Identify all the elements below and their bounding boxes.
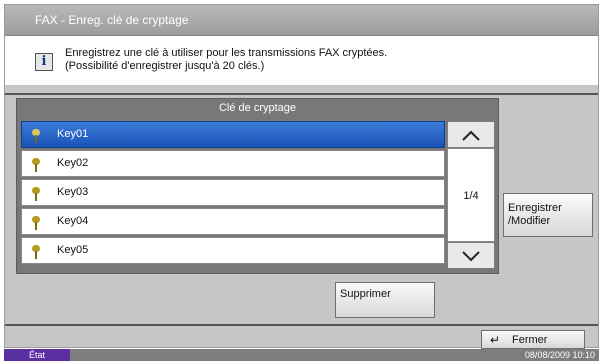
list-item-key05[interactable]: Key05 — [21, 237, 445, 264]
list-item-label: Key03 — [57, 186, 89, 198]
title-bar: FAX - Enreg. clé de cryptage — [5, 5, 598, 36]
delete-button[interactable]: Supprimer — [335, 282, 435, 318]
scroll-up-button[interactable] — [447, 121, 495, 148]
list-header: Clé de cryptage — [218, 102, 297, 114]
list-item-label: Key05 — [57, 244, 89, 256]
key-icon — [32, 245, 40, 259]
info-line-1: Enregistrez une clé à utiliser pour les … — [65, 47, 388, 59]
register-modify-button[interactable]: Enregistrer /Modifier — [503, 193, 593, 237]
key-icon — [32, 158, 40, 172]
key-icon — [32, 187, 40, 201]
window-title: FAX - Enreg. clé de cryptage — [35, 13, 189, 27]
list-item-key02[interactable]: Key02 — [21, 150, 445, 177]
return-arrow-icon: ↵ — [490, 333, 501, 347]
info-line-2: (Possibilité d'enregistrer jusqu'à 20 cl… — [65, 60, 265, 72]
info-icon: i — [35, 53, 53, 71]
chevron-up-icon — [462, 130, 480, 141]
delete-label: Supprimer — [340, 288, 391, 300]
date-time: 08/08/2009 10:10 — [524, 350, 595, 360]
status-button[interactable]: État — [4, 349, 70, 361]
register-modify-label: Enregistrer /Modifier — [508, 202, 562, 227]
app-frame: FAX - Enreg. clé de cryptage i Enregistr… — [4, 4, 599, 349]
chevron-down-icon — [462, 251, 480, 262]
list-item-label: Key02 — [57, 157, 89, 169]
list-item-label: Key04 — [57, 215, 89, 227]
page-indicator: 1/4 — [447, 148, 495, 242]
status-bar: État 08/08/2009 10:10 — [4, 349, 599, 361]
key-icon — [32, 216, 40, 230]
key-icon — [32, 129, 40, 143]
divider-bottom — [5, 324, 598, 326]
list-item-key01[interactable]: Key01 — [21, 121, 445, 148]
list-item-label: Key01 — [57, 128, 89, 140]
key-list-panel: Clé de cryptage Key01 Key02 Key03 Key04 … — [16, 98, 499, 274]
close-label: Fermer — [512, 334, 548, 346]
close-button[interactable]: ↵ Fermer — [481, 330, 585, 349]
divider-top — [5, 93, 598, 95]
list-item-key03[interactable]: Key03 — [21, 179, 445, 206]
list-item-key04[interactable]: Key04 — [21, 208, 445, 235]
info-panel: i Enregistrez une clé à utiliser pour le… — [5, 36, 598, 85]
scroll-down-button[interactable] — [447, 242, 495, 269]
